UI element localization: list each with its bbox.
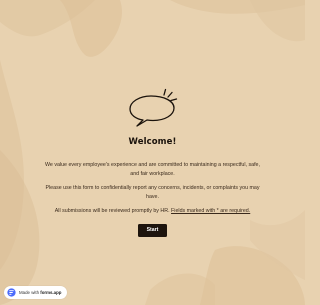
- intro-paragraph-3: All submissions will be reviewed promptl…: [40, 207, 265, 216]
- made-with-badge[interactable]: Made with forms.app: [4, 286, 68, 299]
- review-note: All submissions will be reviewed promptl…: [54, 208, 172, 214]
- required-fields-note: Fields marked with * are required.: [171, 208, 251, 214]
- form-welcome-screen: Welcome! We value every employee's exper…: [0, 0, 305, 305]
- intro-paragraph-1: We value every employee's experience and…: [45, 162, 260, 177]
- start-button[interactable]: Start: [138, 224, 167, 237]
- badge-brand: forms.app: [40, 290, 62, 295]
- forms-app-logo-icon: [7, 288, 16, 297]
- speech-bubble-icon: [129, 88, 178, 127]
- badge-label: Made with forms.app: [19, 290, 61, 295]
- badge-prefix: Made with: [19, 290, 41, 295]
- intro-paragraph-2: Please use this form to confidentially r…: [45, 185, 260, 200]
- form-title: Welcome!: [128, 137, 177, 147]
